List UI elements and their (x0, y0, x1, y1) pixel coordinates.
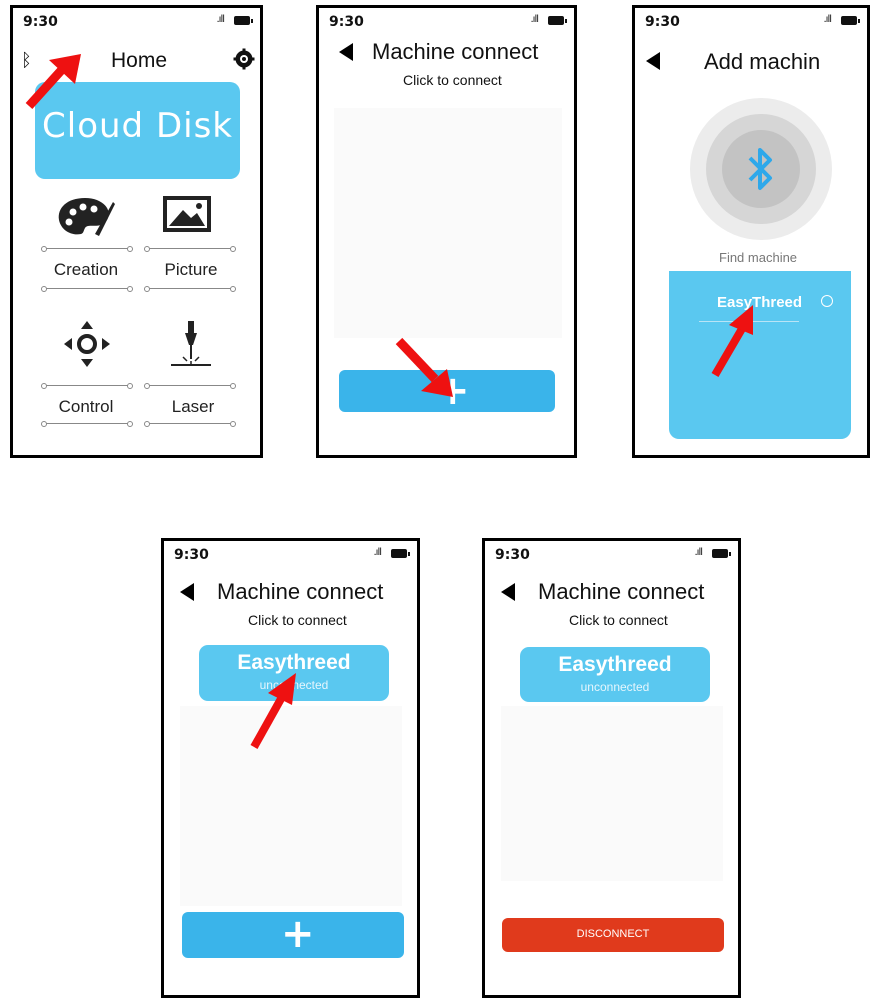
signal-icon: .ıll (530, 14, 538, 25)
back-arrow-icon[interactable] (646, 52, 660, 70)
page-subtitle: Click to connect (403, 72, 502, 88)
signal-icon: .ıll (694, 547, 702, 558)
page-title: Machine connect (372, 39, 539, 64)
battery-icon (841, 16, 860, 25)
status-bar: 9:30 .ıll (495, 545, 731, 565)
tile-control[interactable]: Control (38, 313, 138, 428)
status-time: 9:30 (645, 14, 680, 30)
info-icon[interactable] (821, 295, 833, 307)
screen-machine-connect-device: 9:30 .ıll Machine connect Click to conne… (161, 538, 420, 998)
back-arrow-icon[interactable] (339, 43, 353, 61)
tile-picture[interactable]: Picture (141, 190, 241, 295)
screen-home: 9:30 .ıll ᛒ Home Cloud Disk Creation Pic… (10, 5, 263, 458)
device-name: EasyThreed (717, 294, 803, 311)
tile-label: Laser (171, 397, 215, 416)
signal-icon: .ıll (373, 547, 381, 558)
disconnect-button[interactable]: DISCONNECT (502, 918, 724, 952)
battery-icon (234, 16, 253, 25)
add-machine-button[interactable]: + (339, 368, 555, 414)
divider (41, 421, 133, 427)
back-arrow-icon[interactable] (501, 583, 515, 601)
laser-icon (171, 321, 211, 366)
bluetooth-icon (748, 148, 772, 190)
page-title: Home (111, 49, 168, 72)
device-item-easythreed[interactable]: EasyThreed (699, 291, 803, 322)
tile-label: Picture (164, 260, 218, 279)
divider (41, 383, 133, 389)
cloud-disk-label: Cloud Disk (42, 106, 233, 146)
divider (41, 246, 133, 252)
tile-creation[interactable]: Creation (38, 190, 138, 295)
status-bar: 9:30 .ıll (23, 12, 253, 32)
device-list (501, 706, 723, 881)
battery-icon (391, 549, 410, 558)
status-time: 9:30 (495, 547, 530, 563)
settings-gear-icon[interactable] (233, 48, 255, 70)
status-bar: 9:30 .ıll (645, 12, 860, 32)
bluetooth-scan-graphic (690, 98, 832, 240)
bluetooth-icon[interactable]: ᛒ (21, 50, 32, 71)
device-list-panel: EasyThreed (669, 271, 851, 439)
page-title: Machine connect (538, 579, 705, 604)
device-status: unconnected (259, 678, 329, 692)
device-name: Easythreed (558, 653, 672, 676)
screen-machine-connect-disconnect: 9:30 .ıll Machine connect Click to conne… (482, 538, 741, 998)
screen-machine-connect-empty: 9:30 .ıll Machine connect Click to conne… (316, 5, 577, 458)
tile-label: Control (58, 397, 114, 416)
plus-icon: + (436, 368, 470, 414)
divider (144, 246, 236, 252)
page-title: Add machin (704, 49, 821, 74)
add-machine-button[interactable]: + (182, 911, 404, 958)
cloud-disk-button[interactable]: Cloud Disk (35, 82, 240, 179)
device-card-easythreed[interactable]: Easythreed unconnected (199, 645, 389, 701)
battery-icon (548, 16, 567, 25)
divider (144, 383, 236, 389)
screen-add-machine: 9:30 .ıll Add machin Find machine EasyTh… (632, 5, 870, 458)
status-bar: 9:30 .ıll (174, 545, 410, 565)
device-list (180, 706, 402, 906)
image-icon (163, 196, 211, 232)
page-subtitle: Click to connect (569, 612, 668, 628)
device-name: Easythreed (237, 651, 351, 674)
device-card-easythreed[interactable]: Easythreed unconnected (520, 647, 710, 702)
move-control-icon (64, 321, 110, 367)
find-machine-label: Find machine (719, 250, 798, 265)
back-arrow-icon[interactable] (180, 583, 194, 601)
status-time: 9:30 (23, 14, 58, 30)
page-title: Machine connect (217, 579, 384, 604)
divider (144, 286, 236, 292)
status-time: 9:30 (329, 14, 364, 30)
signal-icon: .ıll (823, 14, 831, 25)
device-status: unconnected (580, 680, 650, 694)
page-subtitle: Click to connect (248, 612, 347, 628)
tile-label: Creation (53, 260, 119, 279)
divider (41, 286, 133, 292)
plus-icon: + (281, 911, 315, 957)
status-time: 9:30 (174, 547, 209, 563)
tile-laser[interactable]: Laser (141, 313, 241, 428)
status-bar: 9:30 .ıll (329, 12, 567, 32)
battery-icon (712, 549, 731, 558)
palette-icon (58, 198, 115, 236)
signal-icon: .ıll (216, 14, 224, 25)
device-list (334, 108, 562, 338)
disconnect-label: DISCONNECT (576, 928, 650, 940)
divider (144, 421, 236, 427)
